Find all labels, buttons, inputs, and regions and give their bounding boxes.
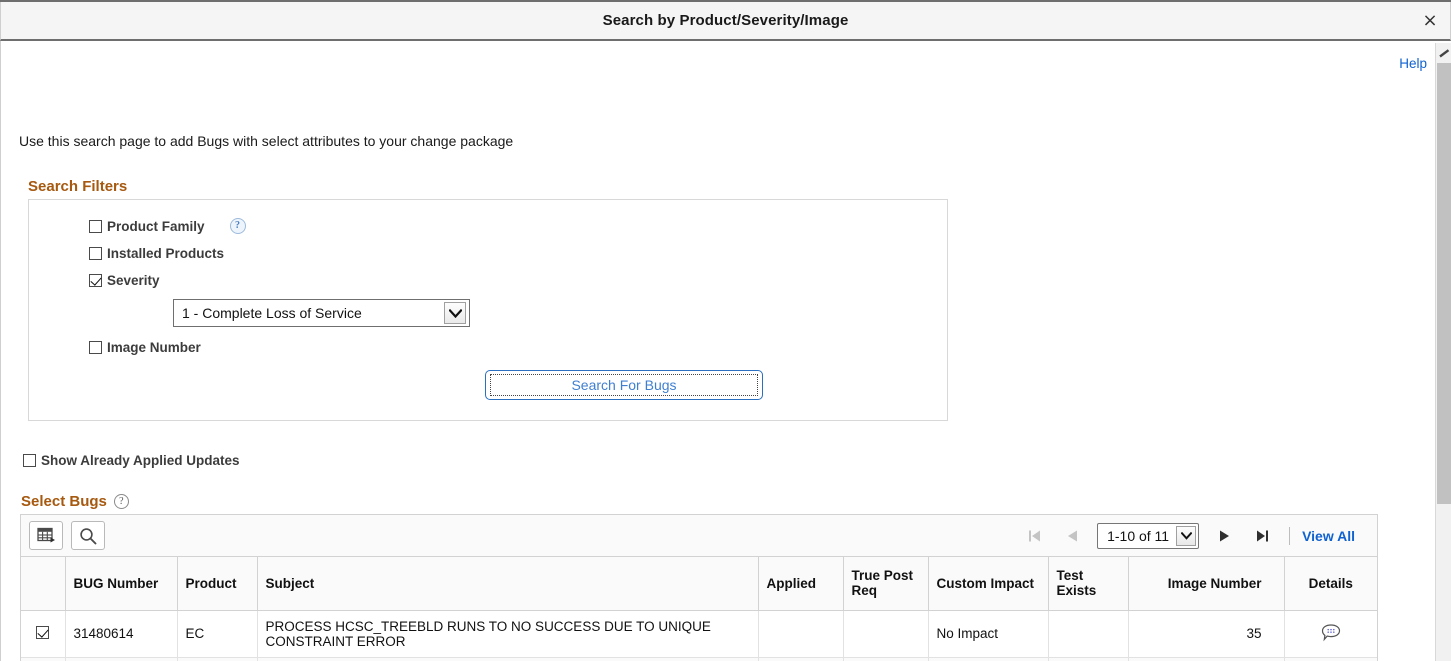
scroll-up-icon[interactable] xyxy=(1436,43,1451,63)
chevron-down-icon[interactable] xyxy=(1176,526,1196,546)
col-details: Details xyxy=(1284,557,1377,610)
col-select xyxy=(21,557,65,610)
view-all-link[interactable]: View All xyxy=(1302,528,1359,544)
first-page-button[interactable] xyxy=(1015,521,1053,551)
pagination: 1-10 of 11 xyxy=(1015,521,1369,551)
installed-products-label: Installed Products xyxy=(107,246,224,261)
filter-severity[interactable]: Severity xyxy=(89,273,160,288)
col-applied: Applied xyxy=(758,557,843,610)
cell-applied xyxy=(758,610,843,657)
show-applied-checkbox[interactable] xyxy=(23,454,36,467)
filter-image-number[interactable]: Image Number xyxy=(89,340,201,355)
col-image-number: Image Number xyxy=(1128,557,1284,610)
grid-export-icon[interactable] xyxy=(29,521,63,550)
intro-text: Use this search page to add Bugs with se… xyxy=(19,133,513,149)
row-select-cell[interactable] xyxy=(21,657,65,661)
cell-applied xyxy=(758,657,843,661)
cell-subject: PAYCHECK MODELER: DISABLE EDIT WHEN TAX … xyxy=(257,657,758,661)
last-page-button[interactable] xyxy=(1243,521,1281,551)
previous-page-button[interactable] xyxy=(1053,521,1091,551)
page-title: Search by Product/Severity/Image xyxy=(603,12,849,29)
page-range-select[interactable]: 1-10 of 11 xyxy=(1097,523,1199,549)
select-bugs-help-icon[interactable]: ? xyxy=(114,494,129,509)
cell-test-exists xyxy=(1048,657,1128,661)
close-icon[interactable]: × xyxy=(1418,9,1442,33)
help-link[interactable]: Help xyxy=(1399,56,1427,71)
severity-select-value: 1 - Complete Loss of Service xyxy=(174,305,444,321)
table-header-row: BUG Number Product Subject Applied True … xyxy=(21,557,1377,610)
product-family-checkbox[interactable] xyxy=(89,220,102,233)
comment-bubble-icon[interactable] xyxy=(1321,623,1341,642)
col-product: Product xyxy=(177,557,257,610)
next-page-button[interactable] xyxy=(1205,521,1243,551)
select-bugs-heading: Select Bugs xyxy=(21,493,107,510)
cell-image-number: 35 xyxy=(1128,610,1284,657)
product-family-label: Product Family xyxy=(107,219,205,234)
col-true-post-req: True Post Req xyxy=(843,557,928,610)
cell-true-post-req xyxy=(843,610,928,657)
bugs-table: BUG Number Product Subject Applied True … xyxy=(21,557,1377,661)
image-number-checkbox[interactable] xyxy=(89,341,102,354)
select-bugs-heading-group: Select Bugs ? xyxy=(21,493,129,510)
image-number-label: Image Number xyxy=(107,340,201,355)
search-modal: Search by Product/Severity/Image × Help … xyxy=(0,0,1451,661)
cell-image-number: 35 xyxy=(1128,657,1284,661)
cell-bug-number: 31480614 xyxy=(65,610,177,657)
vertical-scrollbar[interactable] xyxy=(1435,43,1451,661)
modal-content: Help Use this search page to add Bugs wi… xyxy=(0,41,1451,661)
show-already-applied-updates[interactable]: Show Already Applied Updates xyxy=(23,453,240,468)
modal-titlebar: Search by Product/Severity/Image × xyxy=(0,2,1451,41)
filter-product-family[interactable]: Product Family ? xyxy=(89,218,246,234)
cell-details[interactable] xyxy=(1284,610,1377,657)
cell-true-post-req xyxy=(843,657,928,661)
bugs-grid: 1-10 of 11 xyxy=(20,514,1378,661)
search-icon[interactable] xyxy=(71,521,105,550)
search-for-bugs-label: Search For Bugs xyxy=(490,374,758,396)
table-row: 29944401 EY PAYCHECK MODELER: DISABLE ED… xyxy=(21,657,1377,661)
cell-custom-impact: No Impact xyxy=(928,657,1048,661)
product-family-help-icon[interactable]: ? xyxy=(230,218,246,234)
cell-subject: PROCESS HCSC_TREEBLD RUNS TO NO SUCCESS … xyxy=(257,610,758,657)
search-for-bugs-button[interactable]: Search For Bugs xyxy=(485,370,763,400)
scrollbar-thumb[interactable] xyxy=(1437,63,1451,504)
page-range-value: 1-10 of 11 xyxy=(1107,528,1170,544)
col-bug-number: BUG Number xyxy=(65,557,177,610)
grid-toolbar: 1-10 of 11 xyxy=(21,515,1377,557)
table-row: 31480614 EC PROCESS HCSC_TREEBLD RUNS TO… xyxy=(21,610,1377,657)
severity-select[interactable]: 1 - Complete Loss of Service xyxy=(173,299,470,327)
severity-label: Severity xyxy=(107,273,160,288)
cell-details[interactable] xyxy=(1284,657,1377,661)
cell-product: EC xyxy=(177,610,257,657)
filter-installed-products[interactable]: Installed Products xyxy=(89,246,224,261)
pager-divider xyxy=(1289,527,1290,545)
col-custom-impact: Custom Impact xyxy=(928,557,1048,610)
row-select-cell[interactable] xyxy=(21,610,65,657)
show-applied-label: Show Already Applied Updates xyxy=(41,453,240,468)
chevron-down-icon[interactable] xyxy=(444,302,466,324)
cell-bug-number: 29944401 xyxy=(65,657,177,661)
installed-products-checkbox[interactable] xyxy=(89,247,102,260)
search-filters-heading: Search Filters xyxy=(28,178,127,195)
col-subject: Subject xyxy=(257,557,758,610)
col-test-exists: Test Exists xyxy=(1048,557,1128,610)
cell-custom-impact: No Impact xyxy=(928,610,1048,657)
severity-checkbox[interactable] xyxy=(89,274,102,287)
cell-product: EY xyxy=(177,657,257,661)
cell-test-exists xyxy=(1048,610,1128,657)
row-select-checkbox[interactable] xyxy=(36,626,49,639)
